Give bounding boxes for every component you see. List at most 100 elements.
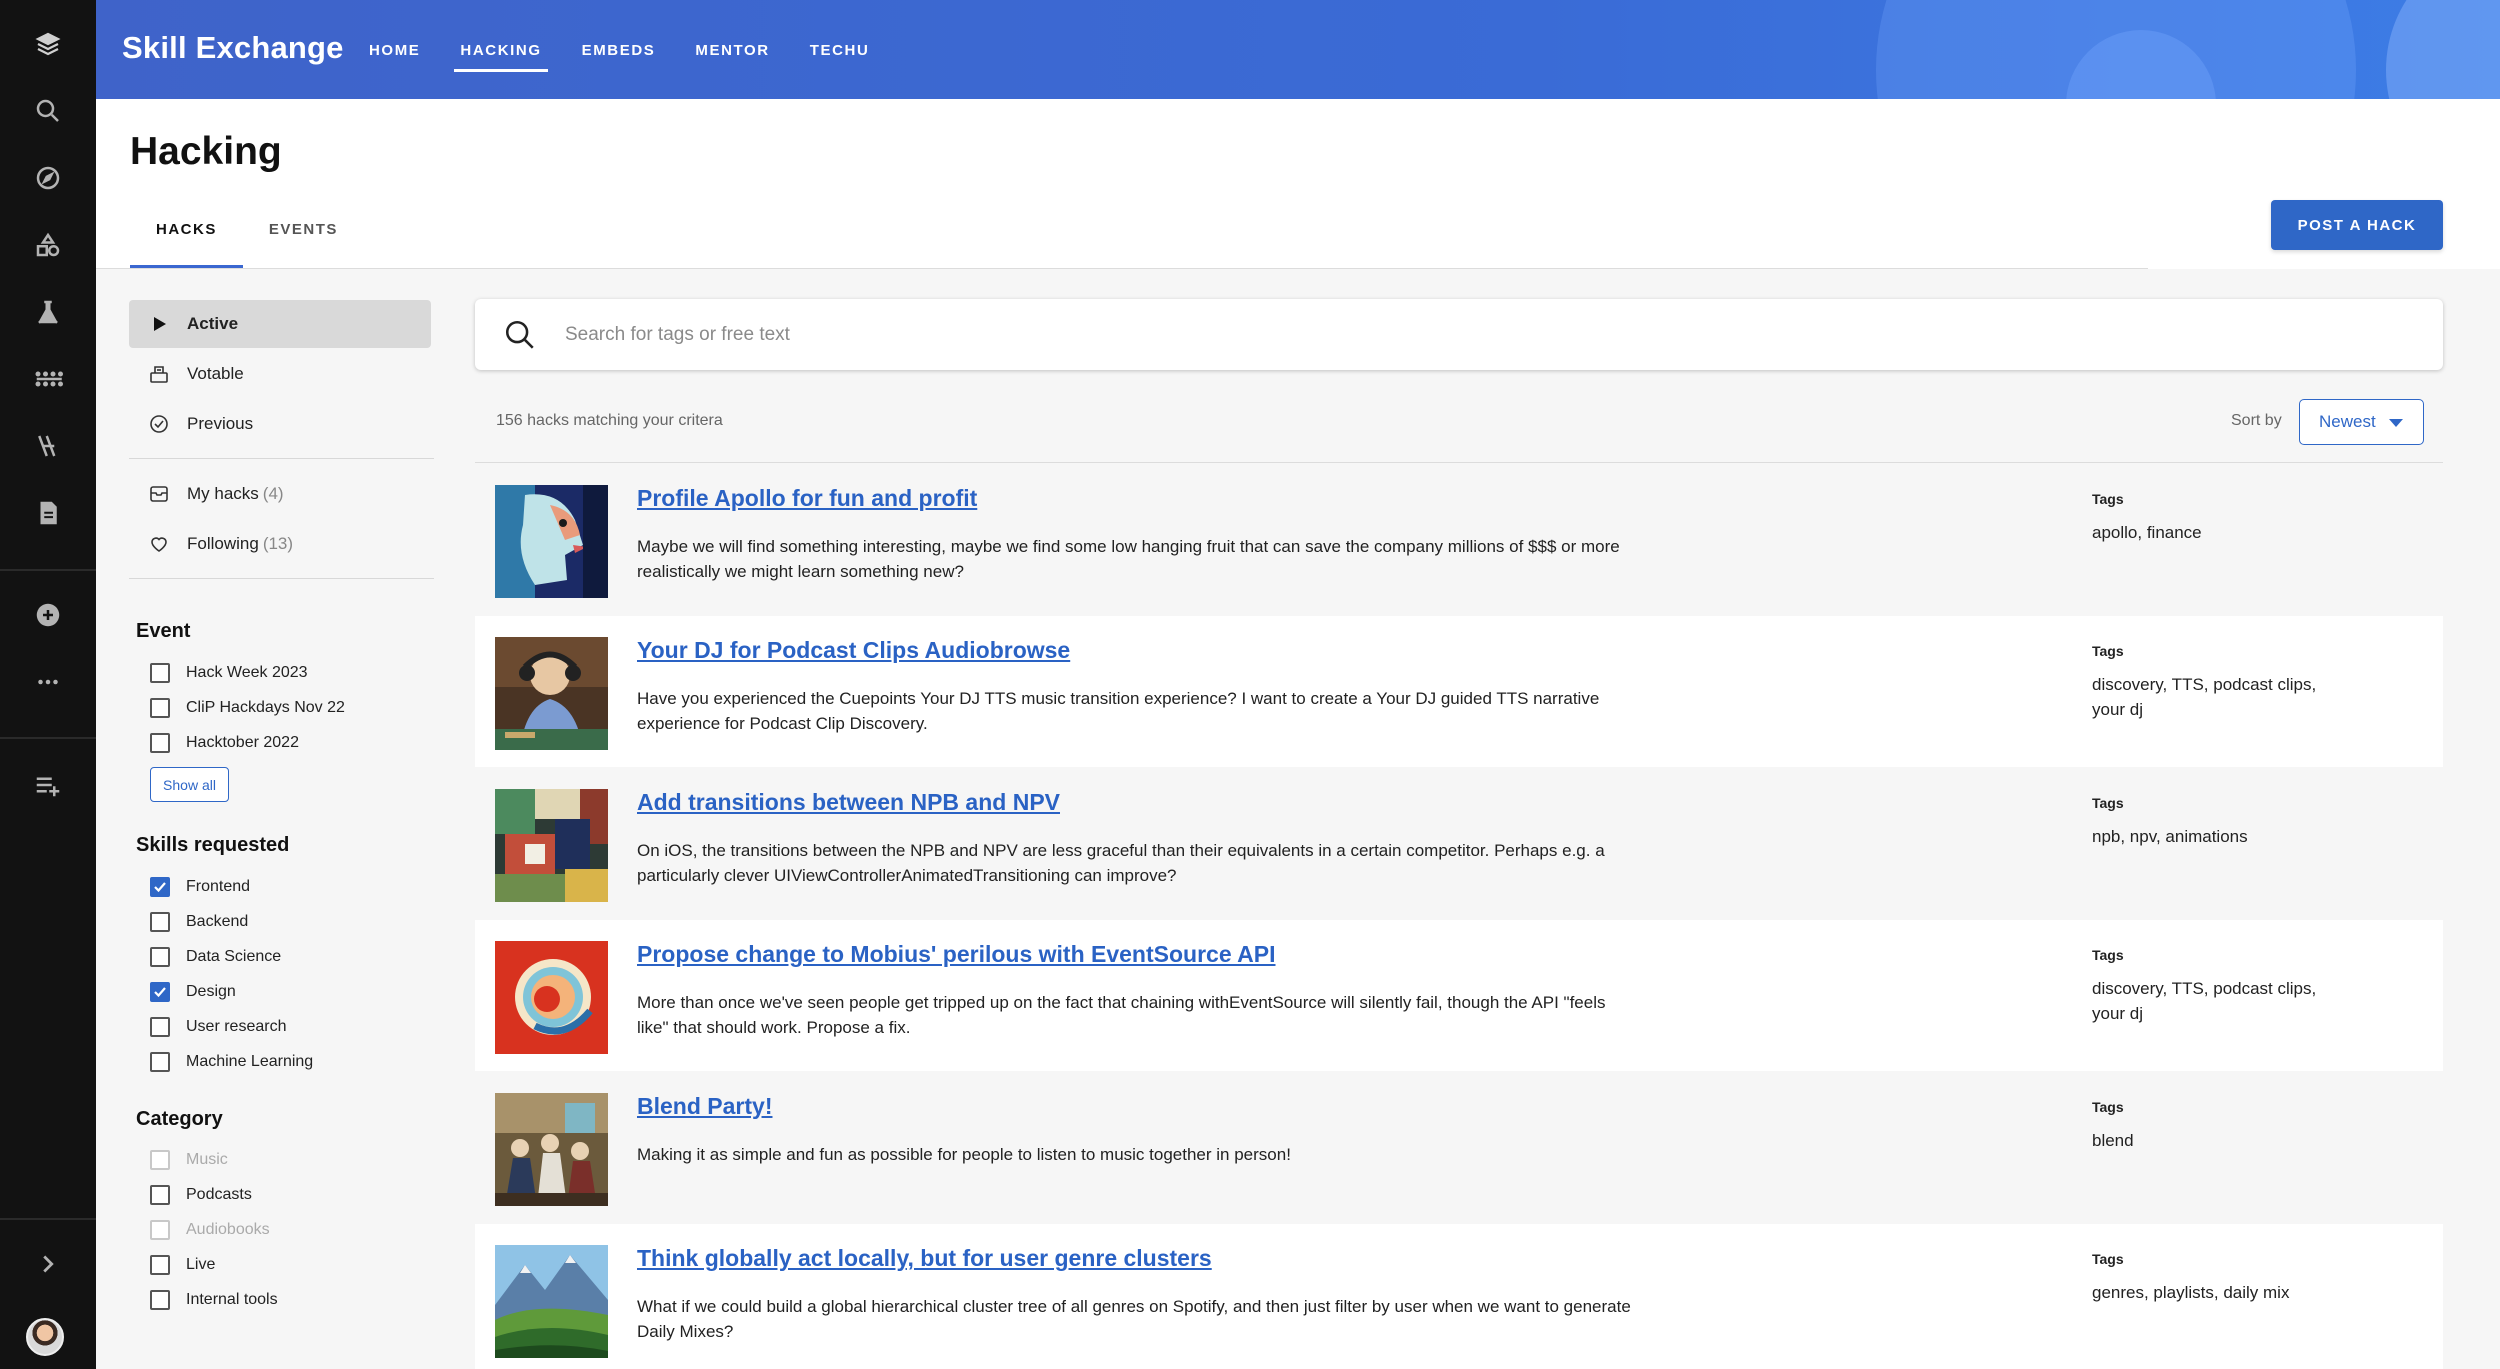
event-checkbox[interactable]: CliP Hackdays Nov 22 <box>150 696 345 720</box>
check-icon <box>154 987 166 998</box>
checkbox-label: Machine Learning <box>186 1053 314 1070</box>
results-count: 156 hacks matching your critera <box>496 412 723 429</box>
checkbox-box <box>150 1220 170 1240</box>
sort-select[interactable]: Newest <box>2299 399 2424 445</box>
tags-label: Tags <box>2092 947 2124 963</box>
lightning-icon[interactable] <box>0 418 96 474</box>
shapes-icon[interactable] <box>0 217 96 273</box>
nav-embeds[interactable]: EMBEDS <box>582 0 656 99</box>
tab-events[interactable]: EVENTS <box>243 213 364 269</box>
event-section-title: Event <box>136 620 191 642</box>
nav-home[interactable]: HOME <box>369 0 420 99</box>
hack-title-link[interactable]: Think globally act locally, but for user… <box>637 1245 1212 1272</box>
flask-icon[interactable] <box>0 284 96 340</box>
search-bar[interactable] <box>475 299 2443 370</box>
search-icon[interactable] <box>0 83 96 139</box>
library-icon[interactable] <box>0 16 96 72</box>
checkbox-label: Backend <box>186 913 249 930</box>
checkbox-label: Frontend <box>186 878 251 895</box>
sidebar-divider <box>129 458 434 459</box>
nav-mentor[interactable]: MENTOR <box>695 0 769 99</box>
checkbox-box[interactable] <box>150 912 170 932</box>
checkbox-box[interactable] <box>150 877 170 897</box>
checkbox-box[interactable] <box>150 982 170 1002</box>
checkbox-box[interactable] <box>150 947 170 967</box>
sort-value: Newest <box>2319 412 2376 431</box>
skill-checkbox[interactable]: User research <box>150 1015 286 1039</box>
show-all-button[interactable]: Show all <box>150 767 229 802</box>
filter-my-hacks[interactable]: My hacks (4) <box>129 470 431 518</box>
checkbox-box[interactable] <box>150 663 170 683</box>
category-checkbox: Audiobooks <box>150 1218 270 1242</box>
check-circle-icon <box>149 414 169 434</box>
hack-title-link[interactable]: Propose change to Mobius' perilous with … <box>637 941 1276 968</box>
top-header: Skill Exchange HOME HACKING EMBEDS MENTO… <box>96 0 2500 99</box>
filter-count: (4) <box>262 484 284 503</box>
checkbox-box[interactable] <box>150 733 170 753</box>
hack-row: Add transitions between NPB and NPV On i… <box>475 768 2443 919</box>
hack-title-link[interactable]: Add transitions between NPB and NPV <box>637 789 1060 816</box>
hack-row: Profile Apollo for fun and profit Maybe … <box>475 464 2443 615</box>
checkbox-box[interactable] <box>150 1255 170 1275</box>
chevron-right-icon[interactable] <box>0 1236 96 1292</box>
rail-divider <box>0 737 96 739</box>
hack-thumbnail[interactable] <box>495 1093 608 1206</box>
tabs: HACKS EVENTS <box>130 213 364 269</box>
hack-thumbnail[interactable] <box>495 941 608 1054</box>
caret-down-icon <box>2389 419 2403 427</box>
category-checkbox[interactable]: Live <box>150 1253 215 1277</box>
checkbox-label: Hacktober 2022 <box>186 734 299 751</box>
hack-thumbnail[interactable] <box>495 789 608 902</box>
hack-thumbnail[interactable] <box>495 485 608 598</box>
header-decoration <box>2386 0 2500 99</box>
app-title[interactable]: Skill Exchange <box>122 30 344 66</box>
dots-grid-icon[interactable] <box>0 351 96 407</box>
filter-label: My hacks <box>187 484 259 503</box>
hack-title-link[interactable]: Your DJ for Podcast Clips Audiobrowse <box>637 637 1070 664</box>
skill-checkbox[interactable]: Design <box>150 980 236 1004</box>
skills-section-title: Skills requested <box>136 834 290 856</box>
more-icon[interactable] <box>0 654 96 710</box>
hack-thumbnail[interactable] <box>495 1245 608 1358</box>
search-input[interactable] <box>565 323 2065 346</box>
checkbox-label: CliP Hackdays Nov 22 <box>186 699 345 716</box>
hack-thumbnail[interactable] <box>495 637 608 750</box>
hack-title-link[interactable]: Blend Party! <box>637 1093 772 1120</box>
checkbox-box <box>150 1150 170 1170</box>
nav-techu[interactable]: TECHU <box>810 0 870 99</box>
avatar[interactable] <box>26 1318 64 1356</box>
category-checkbox[interactable]: Podcasts <box>150 1183 252 1207</box>
hack-title-link[interactable]: Profile Apollo for fun and profit <box>637 485 977 512</box>
checkbox-box[interactable] <box>150 1290 170 1310</box>
checkbox-box[interactable] <box>150 698 170 718</box>
skill-checkbox[interactable]: Data Science <box>150 945 281 969</box>
filter-active[interactable]: Active <box>129 300 431 348</box>
filter-count: (13) <box>262 534 294 553</box>
event-checkbox[interactable]: Hack Week 2023 <box>150 661 308 685</box>
checkbox-box[interactable] <box>150 1017 170 1037</box>
tab-hacks[interactable]: HACKS <box>130 213 243 269</box>
event-checkbox[interactable]: Hacktober 2022 <box>150 731 299 755</box>
category-checkbox[interactable]: Internal tools <box>150 1288 278 1312</box>
filter-label: Previous <box>187 414 254 433</box>
checkbox-box[interactable] <box>150 1052 170 1072</box>
document-icon[interactable] <box>0 485 96 541</box>
post-a-hack-button[interactable]: POST A HACK <box>2271 200 2443 250</box>
inbox-icon <box>149 484 169 504</box>
rail-divider <box>0 1218 96 1220</box>
checkbox-box[interactable] <box>150 1185 170 1205</box>
hack-tags: npb, npv, animations <box>2092 827 2248 846</box>
checkbox-label: Internal tools <box>186 1291 278 1308</box>
sidebar-divider <box>129 578 434 579</box>
nav-hacking[interactable]: HACKING <box>454 0 548 99</box>
skill-checkbox[interactable]: Frontend <box>150 875 250 899</box>
compass-icon[interactable] <box>0 150 96 206</box>
add-circle-icon[interactable] <box>0 587 96 643</box>
filter-votable[interactable]: Votable <box>129 350 431 398</box>
check-icon <box>154 882 166 893</box>
filter-previous[interactable]: Previous <box>129 400 431 448</box>
skill-checkbox[interactable]: Backend <box>150 910 248 934</box>
filter-following[interactable]: Following (13) <box>129 520 431 568</box>
skill-checkbox[interactable]: Machine Learning <box>150 1050 313 1074</box>
add-to-playlist-icon[interactable] <box>0 757 96 813</box>
